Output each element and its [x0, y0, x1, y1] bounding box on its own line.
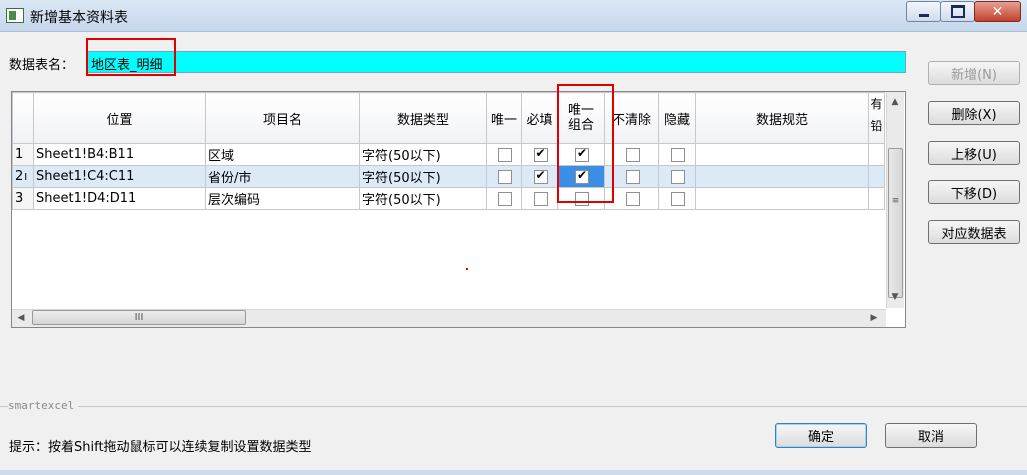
field-grid[interactable]: 位置 项目名 数据类型 唯一 必填 唯一组合 不清除 隐藏 数据规范 有铅 1S… — [11, 91, 906, 328]
minimize-icon — [918, 14, 929, 17]
hidden-cell[interactable] — [658, 165, 696, 188]
header-position[interactable]: 位置 — [33, 92, 206, 144]
hidden-checkbox[interactable] — [671, 169, 685, 184]
header-more[interactable]: 有铅 — [868, 92, 885, 144]
required-checkbox[interactable] — [533, 168, 548, 184]
data-type-cell[interactable]: 字符(50以下) — [359, 187, 487, 210]
table-row[interactable]: 1 Sheet1!B4:B11 区域 字符(50以下) — [12, 143, 885, 166]
scroll-right-arrow-icon[interactable]: ▶ — [866, 310, 882, 326]
hidden-cell[interactable] — [658, 143, 696, 166]
item-name-cell[interactable]: 层次编码 — [205, 187, 360, 210]
map-table-button[interactable]: 对应数据表 — [928, 220, 1020, 244]
row-edit-marker: I — [24, 172, 28, 183]
maximize-button[interactable] — [940, 1, 975, 22]
required-checkbox[interactable] — [533, 146, 548, 162]
scroll-down-arrow-icon[interactable]: ▼ — [887, 289, 903, 305]
window-bottom-border — [0, 470, 1027, 475]
header-more-label: 有 — [870, 97, 883, 111]
required-cell[interactable] — [521, 165, 558, 188]
row-number-cell[interactable]: 3 — [12, 187, 34, 210]
scroll-left-arrow-icon[interactable]: ◀ — [13, 310, 29, 326]
highlight-box-name — [86, 38, 176, 76]
close-button[interactable]: ✕ — [974, 1, 1021, 22]
header-rownum — [12, 92, 34, 144]
minimize-button[interactable] — [906, 1, 941, 22]
header-more-label-2: 铅 — [870, 119, 883, 133]
hscroll-grip-icon: III — [134, 312, 144, 323]
data-spec-cell[interactable] — [695, 187, 869, 210]
row-number-cell[interactable]: 1 — [12, 143, 34, 166]
grid-header-row: 位置 项目名 数据类型 唯一 必填 唯一组合 不清除 隐藏 数据规范 有铅 — [12, 92, 885, 144]
noclear-checkbox[interactable] — [625, 169, 640, 184]
ok-button[interactable]: 确定 — [775, 423, 867, 448]
red-dot — [466, 268, 468, 270]
header-data-spec[interactable]: 数据规范 — [695, 92, 869, 144]
row-number: 1 — [15, 147, 24, 162]
header-required[interactable]: 必填 — [521, 92, 558, 144]
unique-checkbox[interactable] — [498, 147, 512, 162]
position-cell[interactable]: Sheet1!D4:D11 — [33, 187, 206, 210]
maximize-icon — [950, 5, 965, 18]
move-up-button[interactable]: 上移(U) — [928, 141, 1020, 165]
unique-cell[interactable] — [486, 187, 522, 210]
header-unique[interactable]: 唯一 — [486, 92, 522, 144]
table-row[interactable]: 2I Sheet1!C4:C11 省份/市 字符(50以下) — [12, 165, 885, 188]
close-icon: ✕ — [991, 3, 1004, 20]
data-spec-cell[interactable] — [695, 165, 869, 188]
unique-checkbox[interactable] — [498, 191, 512, 206]
hint-text: 提示：按着Shift拖动鼠标可以连续复制设置数据类型 — [9, 440, 312, 455]
unique-cell[interactable] — [486, 165, 522, 188]
unique-checkbox[interactable] — [498, 169, 512, 184]
noclear-checkbox[interactable] — [625, 147, 640, 162]
grid-vertical-scroll-thumb[interactable] — [888, 148, 903, 298]
table-row[interactable]: 3 Sheet1!D4:D11 层次编码 字符(50以下) — [12, 187, 885, 210]
required-cell[interactable] — [521, 187, 558, 210]
cancel-button[interactable]: 取消 — [885, 423, 977, 448]
window-title: 新增基本资料表 — [30, 10, 128, 26]
item-name-cell[interactable]: 区域 — [205, 143, 360, 166]
extra-cell[interactable] — [868, 187, 885, 210]
hidden-cell[interactable] — [658, 187, 696, 210]
highlight-box-combo — [557, 84, 614, 203]
row-number-cell[interactable]: 2I — [12, 165, 34, 188]
extra-cell[interactable] — [868, 143, 885, 166]
data-type-cell[interactable]: 字符(50以下) — [359, 143, 487, 166]
smartexcel-group-label: smartexcel — [8, 399, 79, 412]
header-hidden[interactable]: 隐藏 — [658, 92, 696, 144]
footer-separator — [0, 406, 1027, 407]
field-table: 位置 项目名 数据类型 唯一 必填 唯一组合 不清除 隐藏 数据规范 有铅 1S… — [12, 92, 885, 210]
hidden-checkbox[interactable] — [671, 147, 685, 162]
vscroll-grip-icon: ≡ — [891, 196, 900, 206]
item-name-cell[interactable]: 省份/市 — [205, 165, 360, 188]
grid-horizontal-scroll-thumb[interactable]: III — [32, 310, 246, 325]
table-name-input[interactable]: 地区表_明细 — [86, 51, 906, 73]
extra-cell[interactable] — [868, 165, 885, 188]
row-number: 2 — [15, 169, 24, 184]
delete-button[interactable]: 删除(X) — [928, 101, 1020, 125]
position-cell[interactable]: Sheet1!C4:C11 — [33, 165, 206, 188]
move-down-button[interactable]: 下移(D) — [928, 180, 1020, 204]
required-checkbox[interactable] — [533, 191, 548, 206]
required-cell[interactable] — [521, 143, 558, 166]
app-icon — [6, 8, 24, 23]
noclear-checkbox[interactable] — [625, 191, 640, 206]
scroll-up-arrow-icon[interactable]: ▲ — [887, 94, 903, 110]
unique-cell[interactable] — [486, 143, 522, 166]
data-spec-cell[interactable] — [695, 143, 869, 166]
hidden-checkbox[interactable] — [671, 191, 685, 206]
title-bar[interactable] — [0, 0, 1027, 32]
table-name-label: 数据表名： — [9, 58, 75, 73]
header-item-name[interactable]: 项目名 — [205, 92, 360, 144]
row-number: 3 — [15, 191, 24, 206]
position-cell[interactable]: Sheet1!B4:B11 — [33, 143, 206, 166]
add-button[interactable]: 新增(N) — [928, 61, 1020, 85]
data-type-cell[interactable]: 字符(50以下) — [359, 165, 487, 188]
header-data-type[interactable]: 数据类型 — [359, 92, 487, 144]
